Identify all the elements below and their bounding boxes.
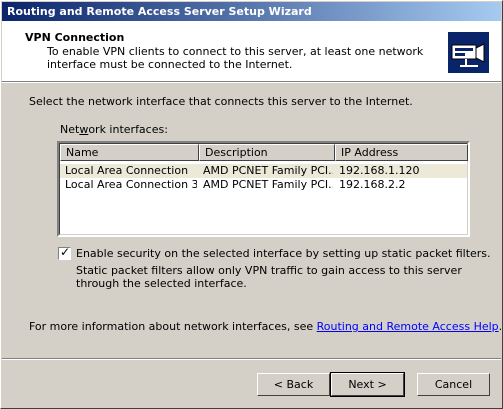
wizard-header: VPN Connection To enable VPN clients to … (2, 21, 501, 81)
list-header: Name Description IP Address (60, 144, 468, 161)
interface-name: Local Area Connection 3 (65, 178, 197, 191)
help-link[interactable]: Routing and Remote Access Help (317, 320, 499, 333)
interface-description: AMD PCNET Family PCI... (203, 178, 333, 191)
network-wizard-icon (448, 32, 489, 73)
enable-security-checkbox[interactable]: ✓ (58, 245, 71, 260)
checkmark-icon: ✓ (60, 245, 71, 259)
column-header-ip-address[interactable]: IP Address (335, 144, 468, 161)
list-item[interactable]: Local Area Connection 3 AMD PCNET Family… (60, 178, 467, 192)
back-button[interactable]: < Back (257, 373, 330, 396)
interface-description: AMD PCNET Family PCI... (203, 164, 333, 177)
help-info-text: For more information about network inter… (29, 320, 502, 333)
help-info-prefix: For more information about network inter… (29, 320, 317, 333)
footer-divider (2, 358, 501, 360)
interface-name: Local Area Connection (65, 164, 189, 177)
interface-ip: 192.168.1.120 (339, 164, 420, 177)
static-filters-description: Static packet filters allow only VPN tra… (76, 264, 462, 290)
window-title: Routing and Remote Access Server Setup W… (7, 5, 312, 18)
next-button[interactable]: Next > (330, 372, 405, 397)
interface-prompt: Select the network interface that connec… (29, 95, 413, 108)
wizard-window: Routing and Remote Access Server Setup W… (0, 0, 503, 409)
title-bar[interactable]: Routing and Remote Access Server Setup W… (2, 2, 501, 21)
column-header-name[interactable]: Name (60, 144, 199, 161)
page-description: To enable VPN clients to connect to this… (47, 45, 424, 71)
interface-ip: 192.168.2.2 (339, 178, 406, 191)
enable-security-label[interactable]: Enable security on the selected interfac… (76, 247, 491, 260)
help-info-suffix: . (498, 320, 503, 333)
cancel-button[interactable]: Cancel (417, 373, 490, 396)
network-interfaces-label: Network interfaces: (60, 123, 168, 136)
network-interfaces-list[interactable]: Name Description IP Address Local Area C… (57, 141, 470, 237)
column-header-description[interactable]: Description (199, 144, 335, 161)
list-item[interactable]: Local Area Connection AMD PCNET Family P… (60, 164, 467, 178)
header-divider (2, 81, 501, 83)
page-title: VPN Connection (25, 31, 125, 44)
